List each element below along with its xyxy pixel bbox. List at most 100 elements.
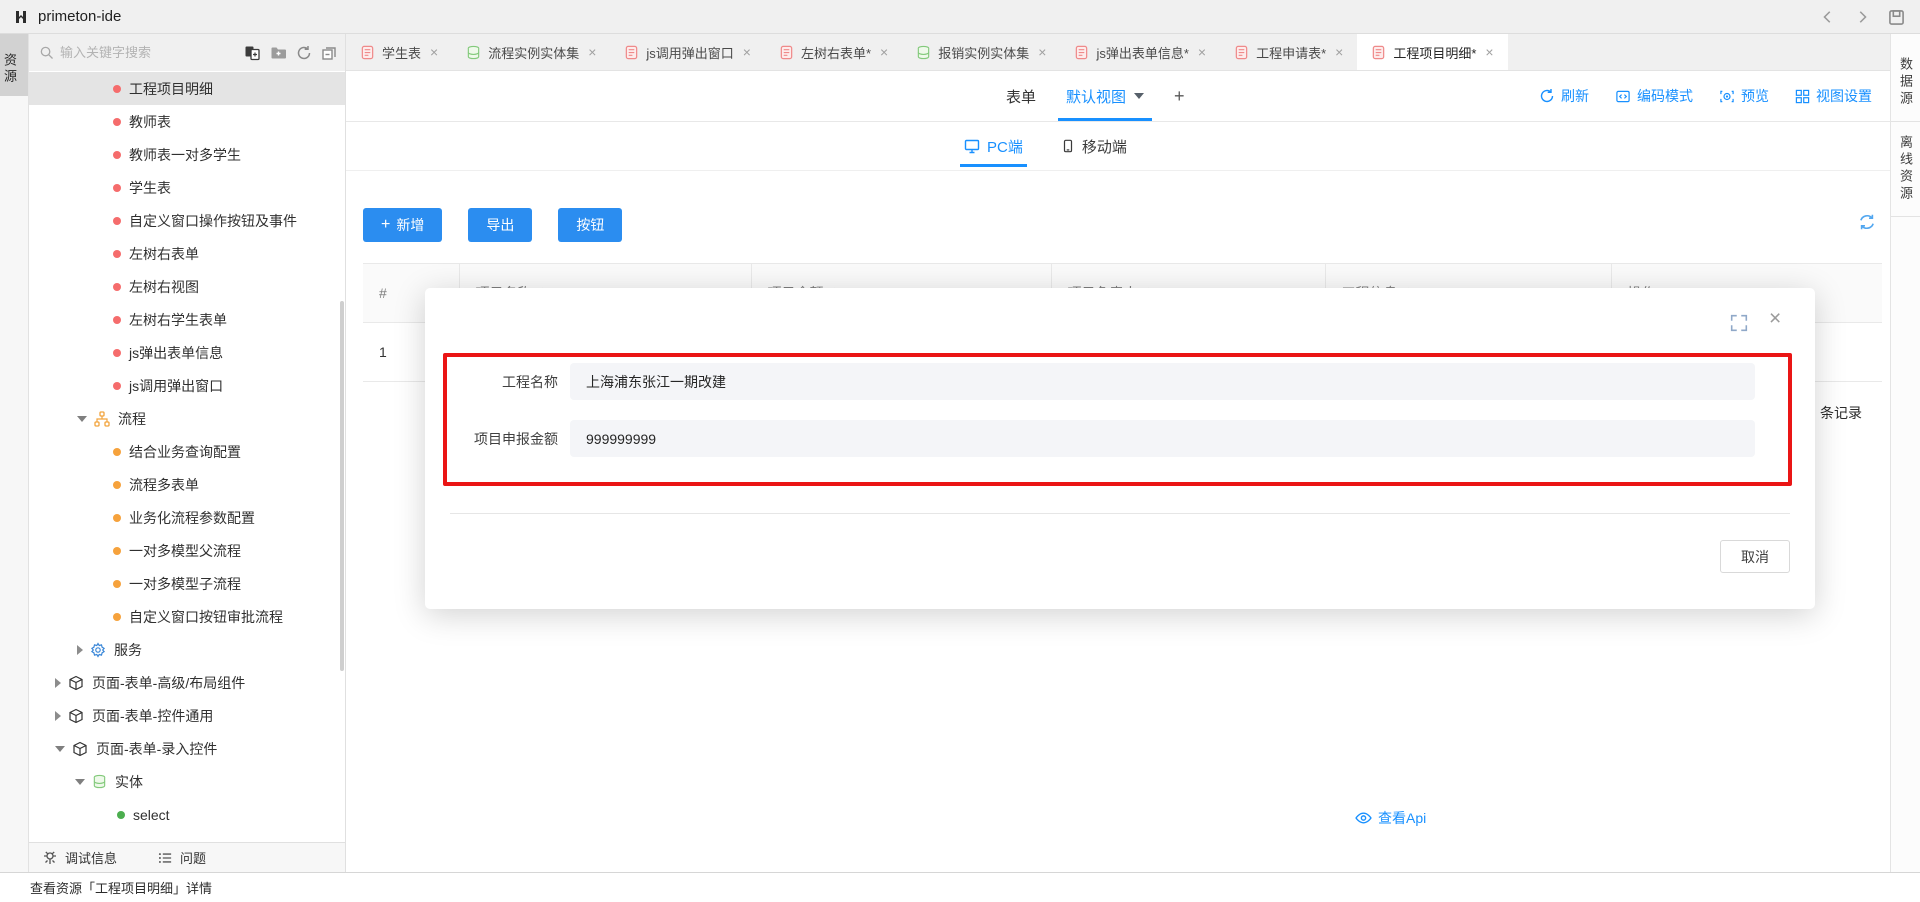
tree-item[interactable]: 服务 xyxy=(29,633,345,666)
tree-item[interactable]: 实体 xyxy=(29,765,345,798)
tab-pc[interactable]: PC端 xyxy=(964,122,1023,170)
tree-item-label: 一对多模型父流程 xyxy=(129,541,241,561)
tree-item-label: 实体 xyxy=(115,772,143,792)
chevron-right-icon[interactable] xyxy=(55,678,61,688)
action-refresh[interactable]: 刷新 xyxy=(1539,86,1589,106)
tree-item[interactable]: js弹出表单信息 xyxy=(29,336,345,369)
tree-item[interactable]: 页面-表单-录入控件 xyxy=(29,732,345,765)
form-icon xyxy=(779,45,794,60)
nav-back-icon[interactable] xyxy=(1818,7,1838,27)
tab-close-icon[interactable]: × xyxy=(588,45,596,59)
tree-item[interactable]: select xyxy=(29,798,345,831)
editor-tab[interactable]: 报销实例实体集× xyxy=(902,34,1060,70)
action-label: 刷新 xyxy=(1561,86,1589,106)
action-preview[interactable]: 预览 xyxy=(1719,86,1769,106)
form-toolbar: +新增导出按钮 xyxy=(363,208,622,242)
dot-red-icon xyxy=(113,349,121,357)
tree-item[interactable]: 结合业务查询配置 xyxy=(29,435,345,468)
toolbar-button[interactable]: 按钮 xyxy=(558,208,622,242)
chevron-down-icon[interactable] xyxy=(77,416,87,422)
nav-forward-icon[interactable] xyxy=(1852,7,1872,27)
editor-tab[interactable]: js调用弹出窗口× xyxy=(610,34,765,70)
tree-item[interactable]: 一对多模型子流程 xyxy=(29,567,345,600)
editor-tab[interactable]: 流程实例实体集× xyxy=(452,34,610,70)
sidebar-toolbar xyxy=(244,45,337,61)
save-layout-icon[interactable] xyxy=(1886,7,1906,27)
form-icon xyxy=(624,45,639,60)
entity-icon xyxy=(466,45,481,60)
tree-item-label: 流程 xyxy=(118,409,146,429)
tree-item[interactable]: 自定义窗口操作按钮及事件 xyxy=(29,204,345,237)
chevron-down-icon[interactable] xyxy=(75,779,85,785)
tree-item[interactable]: 工程项目明细 xyxy=(29,72,345,105)
chevron-right-icon[interactable] xyxy=(55,711,61,721)
add-button[interactable]: +新增 xyxy=(363,208,442,242)
tree-item[interactable]: 页面-表单-控件通用 xyxy=(29,699,345,732)
tree-item[interactable]: 左树右表单 xyxy=(29,237,345,270)
tree-item[interactable]: 教师表 xyxy=(29,105,345,138)
view-api-link[interactable]: 查看Api xyxy=(1355,808,1426,828)
editor-tab[interactable]: 左树右表单*× xyxy=(765,34,902,70)
tab-close-icon[interactable]: × xyxy=(743,45,751,59)
tree-item[interactable]: 页面-表单-高级/布局组件 xyxy=(29,666,345,699)
tree-scrollbar[interactable] xyxy=(340,301,344,671)
add-view-button[interactable]: + xyxy=(1174,86,1185,107)
panel-item-problems[interactable]: 问题 xyxy=(157,848,206,867)
action-code[interactable]: 编码模式 xyxy=(1615,86,1693,106)
tree-item[interactable]: 自定义窗口按钮审批流程 xyxy=(29,600,345,633)
fullscreen-icon[interactable] xyxy=(1730,314,1748,332)
declared-amount-input[interactable] xyxy=(570,420,1755,457)
view-actions: 刷新 编码模式 预览 视图设置 xyxy=(1539,71,1872,121)
rail-tab-resources[interactable]: 资源 xyxy=(0,34,28,96)
project-name-input[interactable] xyxy=(570,363,1755,400)
search-input[interactable] xyxy=(60,45,240,60)
editor-tab[interactable]: 工程申请表*× xyxy=(1220,34,1357,70)
editor-tab[interactable]: js弹出表单信息* × xyxy=(1060,34,1220,70)
rail-tab-offline[interactable]: 离线资源 xyxy=(1896,122,1915,216)
import-resource-icon[interactable] xyxy=(244,45,261,61)
tree-item-label: select xyxy=(133,807,170,823)
tree-item-label: 工程项目明细 xyxy=(129,79,213,99)
tree-item[interactable]: 学生表 xyxy=(29,171,345,204)
rail-tab-datasource[interactable]: 数据源 xyxy=(1896,44,1915,121)
editor-tab[interactable]: 工程项目明细*× xyxy=(1357,34,1507,70)
tree-item[interactable]: 左树右视图 xyxy=(29,270,345,303)
tab-close-icon[interactable]: × xyxy=(1335,45,1343,59)
tab-form[interactable]: 表单 xyxy=(1006,71,1036,121)
tree-item[interactable]: 教师表一对多学生 xyxy=(29,138,345,171)
tab-mobile[interactable]: 移动端 xyxy=(1061,122,1127,170)
chevron-down-icon[interactable] xyxy=(55,746,65,752)
tree-item[interactable]: js调用弹出窗口 xyxy=(29,369,345,402)
collapse-all-icon[interactable] xyxy=(321,45,337,61)
device-switch: PC端 移动端 xyxy=(964,122,1127,170)
cancel-button[interactable]: 取消 xyxy=(1720,540,1790,573)
tab-close-icon[interactable]: × xyxy=(1038,45,1046,59)
refresh-icon xyxy=(1539,88,1555,104)
tree-item[interactable]: 流程多表单 xyxy=(29,468,345,501)
tree-item[interactable]: 左树右学生表单 xyxy=(29,303,345,336)
phone-icon xyxy=(1061,138,1075,154)
tab-label: js弹出表单信息* xyxy=(1096,43,1188,62)
tab-close-icon[interactable]: × xyxy=(1198,45,1206,59)
tree-item-label: 教师表 xyxy=(129,112,171,132)
form-icon xyxy=(1074,45,1089,60)
button-label: 新增 xyxy=(396,215,424,235)
new-folder-icon[interactable] xyxy=(270,45,287,60)
tab-close-icon[interactable]: × xyxy=(430,45,438,59)
action-grid[interactable]: 视图设置 xyxy=(1795,86,1872,106)
close-icon[interactable]: × xyxy=(1769,308,1781,329)
dot-red-icon xyxy=(113,85,121,93)
tree-item[interactable]: 业务化流程参数配置 xyxy=(29,501,345,534)
chevron-right-icon[interactable] xyxy=(77,645,83,655)
tree-item-label: 一对多模型子流程 xyxy=(129,574,241,594)
tab-close-icon[interactable]: × xyxy=(880,45,888,59)
editor-tab[interactable]: 学生表× xyxy=(346,34,452,70)
tab-default-view[interactable]: 默认视图 xyxy=(1066,71,1144,121)
tree-item[interactable]: 一对多模型父流程 xyxy=(29,534,345,567)
panel-item-debug[interactable]: 调试信息 xyxy=(42,848,117,867)
tab-close-icon[interactable]: × xyxy=(1485,45,1493,59)
sync-icon[interactable] xyxy=(1858,213,1876,231)
tree-item[interactable]: 流程 xyxy=(29,402,345,435)
toolbar-button[interactable]: 导出 xyxy=(468,208,532,242)
refresh-tree-icon[interactable] xyxy=(296,45,312,61)
